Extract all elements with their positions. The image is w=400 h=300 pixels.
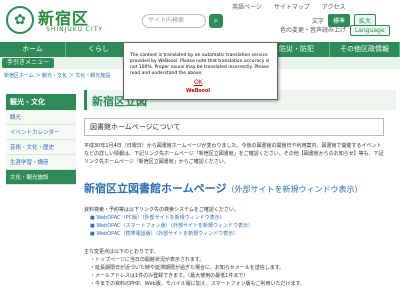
opac-smartphone-link[interactable]: ■ WebOPAC（スマートフォン版）（外部サイトを新規ウィンドウ表示） [84,222,396,230]
city-logo-icon[interactable]: ✿ [6,6,34,34]
color-voice-label[interactable]: 色の変更・音声読み上げ [280,27,346,34]
sidebar: 観光・文化 観光 イベントカレンダー 芸術・文化・歴史 生涯学習・講座 文化・観… [6,94,76,185]
intro-paragraph: 平成30年1月4日（日曜日）から図書館ホームページが変わりました。今後の図書館の… [84,143,384,165]
sidebar-item-art[interactable]: 芸術・文化・歴史 [6,140,76,155]
search-input[interactable]: サイト内検索 [142,14,206,28]
sidebar-item-events[interactable]: イベントカレンダー [6,125,76,140]
breadcrumb[interactable]: 新宿区ホーム ＞ 観光・文化 ＞ 文化・観光施設 [4,72,110,79]
top-links: 英語ページ サイトマップ アクセス [222,2,345,11]
opac-intro: 資料検索・予約等は以下リンク先の検索システムをご確認ください。 [84,207,239,213]
page: ✿ 新宿区 SHINJUKU CITY サイト内検索 ⌕ 英語ページ サイトマッ… [0,0,400,300]
font-size-label: 文字 [312,18,325,25]
lang-row: 色の変更・音声読み上げ Language [280,25,390,36]
search-icon[interactable]: ⌕ [209,14,223,28]
nav-item-home[interactable]: ホーム [0,42,66,57]
change-item: ・メールアドレスは1件のみ登録できます。（最大使用の最低1件まで） [90,273,249,279]
change-item: ・延長期限日が近づいた時や延滞期限が過ぎた場合に、お知らせメールを送信します。 [90,265,285,271]
translation-notice-dialog: The content is translated by an automati… [123,42,278,100]
opac-list: 資料検索・予約等は以下リンク先の検索システムをご確認ください。 ■ WebOPA… [84,206,396,238]
header: ✿ 新宿区 SHINJUKU CITY サイト内検索 ⌕ 英語ページ サイトマッ… [0,0,400,42]
library-homepage-link[interactable]: 新宿区立図書館ホームページ（外部サイトを新規ウィンドウ表示） [84,180,396,196]
site-name-en: SHINJUKU CITY [46,26,104,33]
changes-intro: 主な変更点は以下のとおりです。 [84,249,159,255]
translation-notice-text: The content is translated by an automati… [130,53,270,76]
opac-mobile-link[interactable]: ■ WebOPAC（携帯電話版）（外部サイトを新規ウィンドウ表示） [84,230,396,238]
guide-menu-tab[interactable]: 手引きメニュー [2,58,54,68]
language-button[interactable]: Language [349,25,390,36]
top-link-english[interactable]: 英語ページ [232,4,262,11]
section-heading: 図書館ホームページについて [84,118,384,136]
sidebar-item-facilities[interactable]: 文化・観光施設 [6,170,76,185]
sidebar-item-tourism[interactable]: 観光 [6,110,76,125]
library-link-title[interactable]: 新宿区立図書館ホームページ [84,182,226,195]
nav-item-other[interactable]: その他区政情報 [330,42,400,57]
sidebar-heading: 観光・文化 [6,94,76,110]
top-link-sitemap[interactable]: サイトマップ [274,4,310,11]
external-site-note: （外部サイトを新規ウィンドウ表示） [226,185,363,194]
top-link-access[interactable]: アクセス [322,4,346,11]
change-item: ・トップページに当日の開館状況が表示されます。 [90,257,205,263]
opac-pc-link[interactable]: ■ WebOPAC（PC版）（外部サイトを新規ウィンドウ表示） [84,214,396,222]
websool-logo: WeBsool [186,88,211,94]
changes-list: 主な変更点は以下のとおりです。 ・トップページに当日の開館状況が表示されます。 … [84,248,396,288]
sidebar-item-learning[interactable]: 生涯学習・講座 [6,155,76,170]
change-item: ・今までの資料のPHP、Web版、モバイル版に加え、スマートフォン版もご利用いた… [90,281,306,287]
main-content: 新宿区立図 図書館ホームページについて 平成30年1月4日（日曜日）から図書館ホ… [84,90,396,288]
ok-button[interactable]: OK [194,79,203,86]
